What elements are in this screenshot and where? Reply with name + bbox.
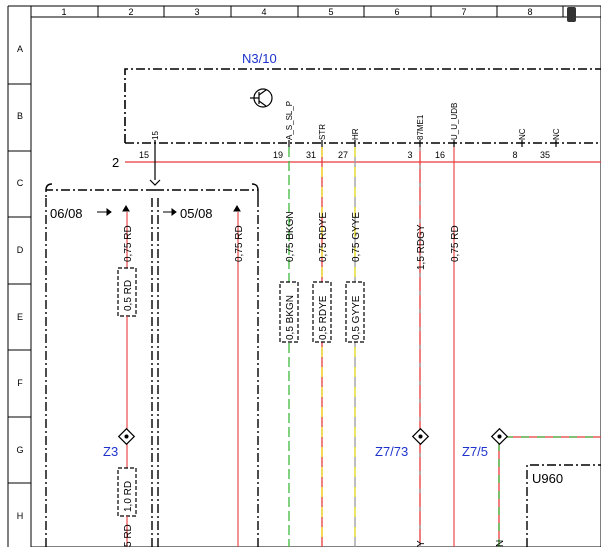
pin-3: 3 xyxy=(407,150,412,160)
wire-z3-label-box: 0,5 RD xyxy=(123,280,134,311)
signal-nc-2: NC xyxy=(552,128,561,140)
row-label-d: D xyxy=(17,245,24,255)
row-label-h: H xyxy=(17,511,24,521)
pin-19: 19 xyxy=(273,150,283,160)
wire-gyye-label-box: 0,5 GYYE xyxy=(351,295,362,340)
pin-27: 27 xyxy=(338,150,348,160)
wire-bkgn-label-top: 0,75 BKGN xyxy=(285,211,296,262)
column-label-6: 6 xyxy=(394,7,399,17)
row-label-a: A xyxy=(17,44,23,54)
bottom-mark-n: N xyxy=(495,540,506,547)
signal-nc-1: NC xyxy=(518,128,527,140)
wire-bkgn-label-box: 0,5 BKGN xyxy=(285,295,296,340)
splice-z3-icon xyxy=(117,427,136,446)
splice-z7-73-icon xyxy=(411,427,430,446)
signal-87me1: 87ME1 xyxy=(416,114,425,140)
page-split-corner-right xyxy=(251,183,259,191)
page-ref-right: 05/08 xyxy=(180,206,213,221)
pin-8: 8 xyxy=(512,150,517,160)
row-label-e: E xyxy=(17,312,23,322)
wire-rdye-label-box: 0,5 RDYE xyxy=(318,295,329,340)
wire-z3-label-top: 0,75 RD xyxy=(123,225,134,262)
signal-str: STR xyxy=(318,124,327,140)
wiring-diagram: 1 2 3 4 5 6 7 8 A B C D E F G H N3/10 15… xyxy=(7,5,601,547)
page-split-right xyxy=(155,189,259,198)
pin-16: 16 xyxy=(435,150,445,160)
column-label-4: 4 xyxy=(261,7,266,17)
pin-35: 35 xyxy=(540,150,550,160)
page-ref-arrows xyxy=(97,205,241,216)
signal-15: 15 xyxy=(151,131,160,140)
wire-z3-label-bottom: 5 RD xyxy=(123,524,134,547)
row-label-b: B xyxy=(17,111,23,121)
page-split-left xyxy=(45,189,155,198)
signal-u-u-udb: U_U_UDB xyxy=(450,103,459,140)
row-separators xyxy=(8,83,31,484)
splice-z7-5-label: Z7/5 xyxy=(462,444,488,459)
transistor-icon xyxy=(250,88,273,108)
bottom-mark-y: Y xyxy=(416,540,427,547)
column-label-1: 1 xyxy=(61,7,66,17)
wire-gyye-label-top: 0,75 GYYE xyxy=(351,212,362,262)
component-box xyxy=(124,68,601,143)
signal-hr: HR xyxy=(351,128,360,140)
row-label-f: F xyxy=(17,378,23,388)
column-label-8: 8 xyxy=(527,7,532,17)
wire-rdgy-label: 1,5 RDGY xyxy=(416,224,427,270)
connector-u960-label: U960 xyxy=(532,471,563,486)
splice-z7-73-label: Z7/73 xyxy=(375,444,408,459)
diagram-frame xyxy=(30,5,601,547)
pin-31: 31 xyxy=(306,150,316,160)
splice-z7-5-icon xyxy=(490,427,509,446)
wire-right-page-label: 0,75 RD xyxy=(234,225,245,262)
pin15-junction xyxy=(149,179,161,186)
page-ref-left: 06/08 xyxy=(50,206,83,221)
wire-z3-label-bottom-box: 1,0 RD xyxy=(123,481,134,512)
wire-rd-label: 0,75 RD xyxy=(450,225,461,262)
row-label-c: C xyxy=(17,178,24,188)
column-label-2: 2 xyxy=(128,7,133,17)
page-split-corner-left xyxy=(45,183,53,191)
row-label-g: G xyxy=(16,445,23,455)
signal-a-s-sl-p: A_S_SL_P xyxy=(285,101,294,140)
component-label: N3/10 xyxy=(242,51,277,66)
splice-z3-label: Z3 xyxy=(103,444,118,459)
wire-rdye-label-top: 0,75 RDYE xyxy=(318,212,329,262)
column-label-5: 5 xyxy=(328,7,333,17)
column-label-3: 3 xyxy=(194,7,199,17)
column-label-7: 7 xyxy=(461,7,466,17)
page-tab-icon xyxy=(567,7,576,22)
node-label: 2 xyxy=(112,155,119,170)
pin-15: 15 xyxy=(139,150,149,160)
